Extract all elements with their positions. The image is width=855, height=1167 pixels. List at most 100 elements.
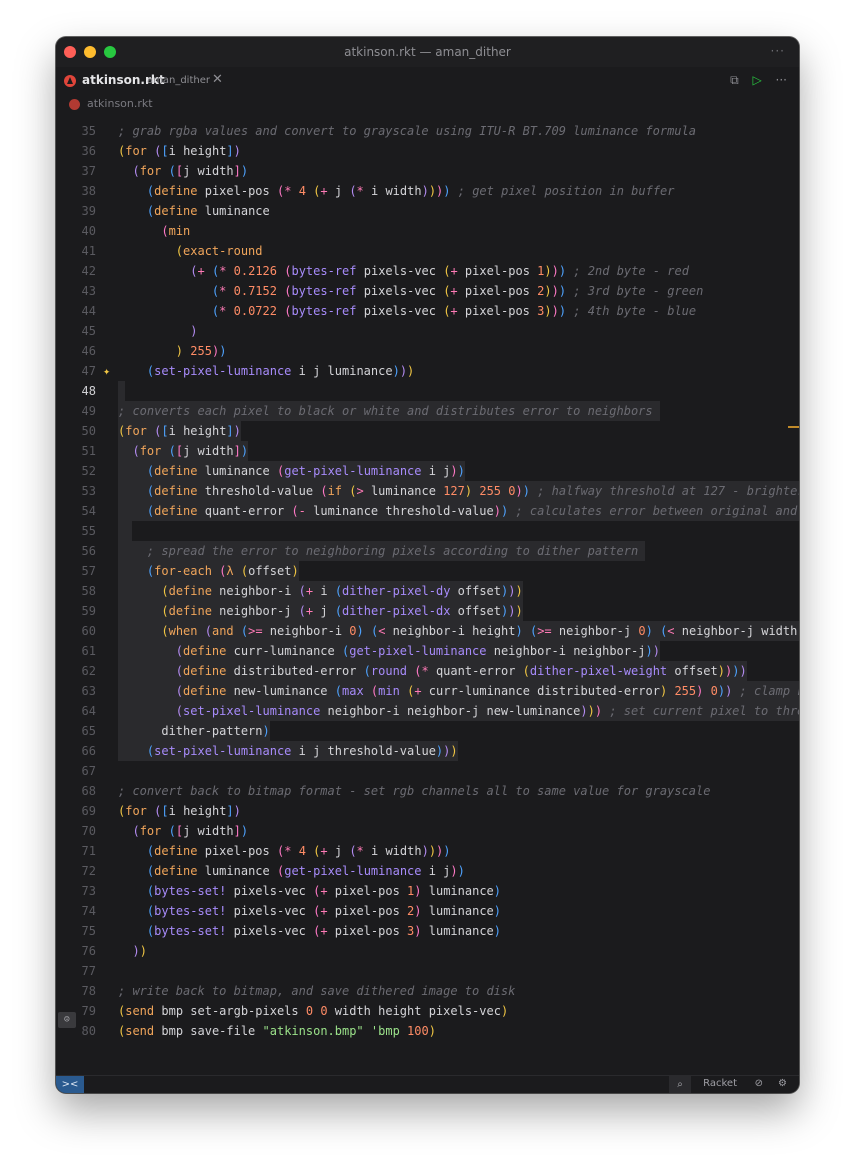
code-line[interactable]: 56 ; spread the error to neighboring pix… [56,541,799,561]
code-line[interactable]: 42 (+ (* 0.2126 (bytes-ref pixels-vec (+… [56,261,799,281]
code-line[interactable]: 43 (* 0.7152 (bytes-ref pixels-vec (+ pi… [56,281,799,301]
code-line[interactable]: 45 ) [56,321,799,341]
code-line[interactable]: 64 (set-pixel-luminance neighbor-i neigh… [56,701,799,721]
code-line[interactable]: 70 (for ([j width]) [56,821,799,841]
code-text: (for-each (λ (offset) [118,561,299,581]
code-line[interactable]: 41 (exact-round [56,241,799,261]
run-icon[interactable]: ▷ [752,73,761,87]
more-actions-icon[interactable]: ··· [776,73,787,87]
code-line[interactable]: 38 (define pixel-pos (* 4 (+ j (* i widt… [56,181,799,201]
code-line[interactable]: 59 (define neighbor-j (+ j (dither-pixel… [56,601,799,621]
language-mode[interactable]: Racket [703,1078,737,1089]
code-line[interactable]: 35 ; grab rgba values and convert to gray… [56,121,799,141]
line-number: 60 [81,624,96,638]
line-number: 45 [81,324,96,338]
code-token: offset [450,584,501,598]
collaborator-avatar-icon[interactable]: ☺ [58,1012,76,1028]
split-terminal-icon[interactable]: ⧉ [730,73,739,87]
code-token: ) [717,684,726,698]
code-line[interactable]: 51 (for ([j width]) [56,441,799,461]
code-line[interactable]: 69 (for ([i height]) [56,801,799,821]
code-line[interactable]: 68 ; convert back to bitmap format - set … [56,781,799,801]
code-token: when [168,624,198,638]
code-line[interactable]: 55 [56,521,799,541]
code-token: get-pixel-luminance [284,464,422,478]
line-number: 68 [81,784,96,798]
code-token: ( [298,604,306,618]
code-line[interactable]: 37 (for ([j width]) [56,161,799,181]
code-token: ] [226,144,234,158]
code-line[interactable]: 50 (for ([i height]) [56,421,799,441]
code-text: (min [118,221,190,241]
window-menu-icon[interactable]: ··· [771,37,785,65]
code-line[interactable]: 65 dither-pattern) [56,721,799,741]
code-token: pixels-vec [226,884,314,898]
code-token: curr-luminance distributed-error [421,684,660,698]
code-line[interactable]: 76 )) [56,941,799,961]
code-line[interactable]: 57 (for-each (λ (offset) [56,561,799,581]
code-line[interactable]: 74 (bytes-set! pixels-vec (+ pixel-pos 2… [56,901,799,921]
ai-suggestion-icon[interactable]: ✦ [103,361,110,381]
code-line[interactable]: 75 (bytes-set! pixels-vec (+ pixel-pos 3… [56,921,799,941]
code-line[interactable]: 48 [56,381,799,401]
code-line[interactable]: 60 (when (and (>= neighbor-i 0) (< neigh… [56,621,799,641]
code-text: dither-pattern) [118,721,270,741]
code-token: pixel-pos [457,264,538,278]
code-line[interactable]: 46 ) 255)) [56,341,799,361]
tab-atkinson[interactable]: atkinson.rkt aman_dither ✕ [56,67,228,96]
code-line[interactable]: 78 ; write back to bitmap, and save dithe… [56,981,799,1001]
code-line[interactable]: 66 (set-pixel-luminance i j threshold-va… [56,741,799,761]
code-token: ( [522,664,530,678]
code-token: ( [334,604,343,618]
code-line[interactable]: 54 (define quant-error (- luminance thre… [56,501,799,521]
code-line[interactable]: 40 (min [56,221,799,241]
code-token: i height [168,144,227,158]
code-line[interactable]: 61 (define curr-luminance (get-pixel-lum… [56,641,799,661]
breadcrumb-file[interactable]: atkinson.rkt [87,97,153,110]
code-token: ) [493,504,501,518]
code-token: ; 4th byte - blue [573,304,697,318]
code-line[interactable]: 80 (send bmp save-file "atkinson.bmp" 'bm… [56,1021,799,1041]
code-token: ; grab rgba values and convert to graysc… [118,124,696,138]
code-token: ( [349,844,357,858]
code-line[interactable]: 36 (for ([i height]) [56,141,799,161]
code-line[interactable]: 67 [56,761,799,781]
copilot-off-icon[interactable]: ⊘ [755,1078,763,1089]
code-text: (send bmp set-argb-pixels 0 0 width heig… [118,1001,508,1021]
code-line[interactable]: 62 (define distributed-error (round (* q… [56,661,799,681]
code-line[interactable]: 58 (define neighbor-i (+ i (dither-pixel… [56,581,799,601]
code-line[interactable]: 47 ✦ (set-pixel-luminance i j luminance))… [56,361,799,381]
code-line[interactable]: 73 (bytes-set! pixels-vec (+ pixel-pos 1… [56,881,799,901]
code-line[interactable]: 52 (define luminance (get-pixel-luminanc… [56,461,799,481]
tab-close-icon[interactable]: ✕ [212,72,223,87]
code-line[interactable]: 44 (* 0.0722 (bytes-ref pixels-vec (+ pi… [56,301,799,321]
code-token: define [183,644,227,658]
code-token: > [356,484,364,498]
search-icon[interactable]: ⌕ [669,1076,691,1093]
code-line[interactable]: 77 [56,961,799,981]
code-token: 4 [298,844,306,858]
code-line[interactable]: 53 (define threshold-value (if (> lumina… [56,481,799,501]
remote-indicator-icon[interactable]: >< [56,1076,84,1093]
settings-icon[interactable]: ⚙ [778,1078,787,1089]
code-line[interactable]: 71 (define pixel-pos (* 4 (+ j (* i widt… [56,841,799,861]
code-token: ) [457,864,465,878]
code-line[interactable]: 39 (define luminance [56,201,799,221]
code-line[interactable]: 49 ; converts each pixel to black or whit… [56,401,799,421]
code-text: (+ (* 0.2126 (bytes-ref pixels-vec (+ pi… [118,261,689,281]
code-line[interactable]: 79 (send bmp set-argb-pixels 0 0 width he… [56,1001,799,1021]
code-line[interactable]: 72 (define luminance (get-pixel-luminanc… [56,861,799,881]
code-line[interactable]: 63 (define new-luminance (max (min (+ cu… [56,681,799,701]
code-editor[interactable]: 35 ; grab rgba values and convert to gray… [56,115,799,1075]
